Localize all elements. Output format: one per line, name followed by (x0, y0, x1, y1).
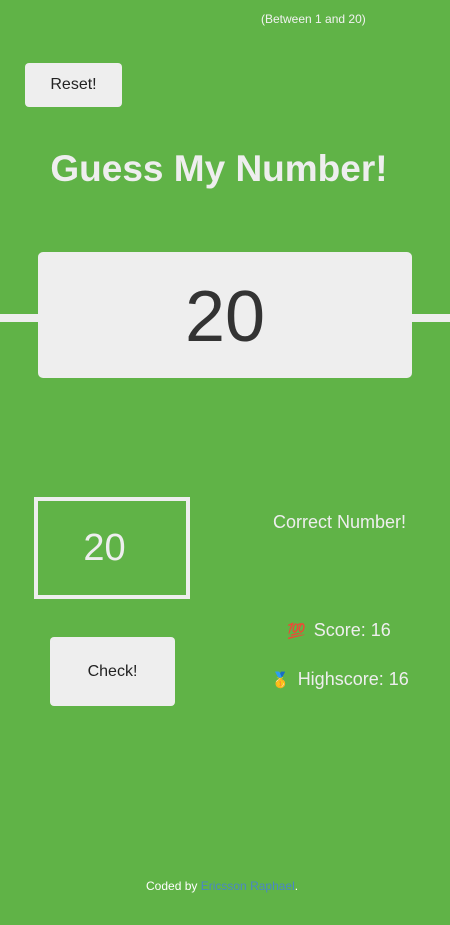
reset-button[interactable]: Reset! (25, 63, 122, 107)
score-line: 💯 Score: 16 (287, 620, 391, 641)
medal-icon: 🥇 (271, 671, 290, 689)
footer: Coded by Ericsson Raphael. (146, 879, 298, 893)
score-value: 16 (370, 620, 391, 640)
footer-prefix: Coded by (146, 879, 198, 893)
highscore-value: 16 (388, 669, 409, 689)
highscore-line: 🥇 Highscore: 16 (271, 669, 409, 690)
hundred-points-icon: 💯 (287, 622, 306, 640)
secret-number: 20 (184, 277, 266, 357)
highscore-label: Highscore: (297, 669, 384, 689)
check-button[interactable]: Check! (50, 637, 175, 706)
secret-number-box: 20 (38, 252, 412, 378)
guess-input[interactable] (34, 497, 190, 599)
page-title: Guess My Number! (50, 148, 388, 189)
author-link[interactable]: Ericsson Raphael (201, 879, 295, 893)
status-message: Correct Number! (273, 512, 407, 532)
footer-suffix: . (294, 879, 299, 893)
score-label: Score: (313, 620, 366, 640)
range-hint: (Between 1 and 20) (261, 12, 366, 26)
